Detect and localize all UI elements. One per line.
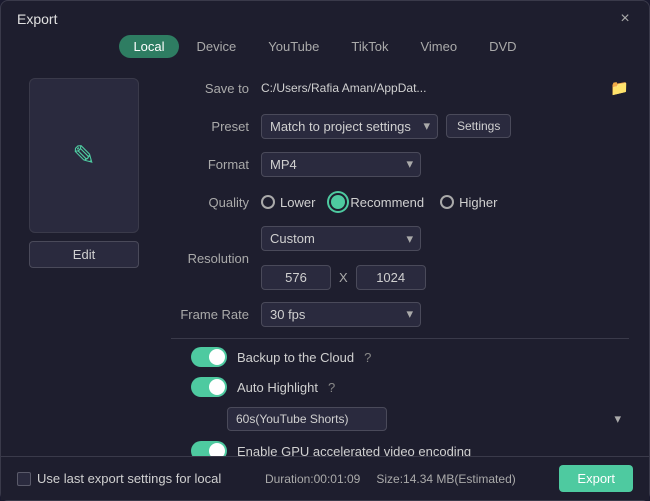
use-last-label: Use last export settings for local	[37, 471, 221, 486]
preset-select[interactable]: Match to project settings	[261, 114, 438, 139]
quality-lower[interactable]: Lower	[261, 195, 315, 210]
settings-panel: Save to C:/Users/Rafia Aman/AppDat... 📁 …	[161, 68, 649, 456]
resolution-control: Custom X	[261, 226, 629, 290]
tab-bar: Local Device YouTube TikTok Vimeo DVD	[1, 35, 649, 68]
main-content: ✎ Edit Save to C:/Users/Rafia Aman/AppDa…	[1, 68, 649, 456]
preset-row: Preset Match to project settings Setting…	[171, 112, 629, 140]
frame-rate-row: Frame Rate 30 fps	[171, 300, 629, 328]
settings-button[interactable]: Settings	[446, 114, 511, 138]
quality-lower-radio	[261, 195, 275, 209]
save-to-control: C:/Users/Rafia Aman/AppDat... 📁	[261, 79, 629, 97]
auto-highlight-label: Auto Highlight	[237, 380, 318, 395]
preset-control: Match to project settings Settings	[261, 114, 629, 139]
quality-recommend-radio	[331, 195, 345, 209]
export-button[interactable]: Export	[559, 465, 633, 492]
preset-label: Preset	[171, 119, 261, 134]
title-bar: Export ×	[1, 1, 649, 35]
bottom-bar: Use last export settings for local Durat…	[1, 456, 649, 500]
resolution-inputs: X	[261, 265, 426, 290]
quality-label: Quality	[171, 195, 261, 210]
format-control: MP4	[261, 152, 629, 177]
quality-lower-label: Lower	[280, 195, 315, 210]
quality-control: Lower Recommend Higher	[261, 195, 629, 210]
gpu-label: Enable GPU accelerated video encoding	[237, 444, 471, 457]
shorts-select-wrapper: 60s(YouTube Shorts)	[227, 407, 629, 431]
resolution-x-label: X	[339, 270, 348, 285]
frame-rate-label: Frame Rate	[171, 307, 261, 322]
frame-rate-select-wrapper: 30 fps	[261, 302, 421, 327]
export-window: Export × Local Device YouTube TikTok Vim…	[0, 0, 650, 501]
bottom-info: Duration:00:01:09 Size:14.34 MB(Estimate…	[265, 472, 516, 486]
preview-panel: ✎ Edit	[1, 68, 161, 456]
auto-highlight-help-icon[interactable]: ?	[328, 380, 335, 395]
preview-thumbnail: ✎	[29, 78, 139, 233]
use-last-checkbox[interactable]	[17, 472, 31, 486]
format-select-wrapper: MP4	[261, 152, 421, 177]
backup-toggle-row: Backup to the Cloud ?	[171, 347, 629, 367]
auto-highlight-toggle-row: Auto Highlight ?	[171, 377, 629, 397]
divider	[171, 338, 629, 339]
quality-recommend-label: Recommend	[350, 195, 424, 210]
shorts-select[interactable]: 60s(YouTube Shorts)	[227, 407, 387, 431]
tab-dvd[interactable]: DVD	[475, 35, 530, 58]
size-text: Size:14.34 MB(Estimated)	[376, 472, 515, 486]
backup-help-icon[interactable]: ?	[364, 350, 371, 365]
edit-icon: ✎	[72, 139, 95, 172]
tab-tiktok[interactable]: TikTok	[337, 35, 402, 58]
bottom-left: Use last export settings for local	[17, 471, 221, 486]
auto-highlight-toggle[interactable]	[191, 377, 227, 397]
quality-row: Quality Lower Recommend High	[171, 188, 629, 216]
quality-higher-radio	[440, 195, 454, 209]
gpu-toggle[interactable]	[191, 441, 227, 456]
quality-recommend[interactable]: Recommend	[331, 195, 424, 210]
resolution-label: Resolution	[171, 251, 261, 266]
window-title: Export	[17, 11, 57, 27]
backup-toggle[interactable]	[191, 347, 227, 367]
save-path-text: C:/Users/Rafia Aman/AppDat...	[261, 81, 602, 95]
preset-select-wrapper: Match to project settings	[261, 114, 438, 139]
frame-rate-select[interactable]: 30 fps	[261, 302, 421, 327]
tab-device[interactable]: Device	[183, 35, 251, 58]
resolution-select[interactable]: Custom	[261, 226, 421, 251]
save-to-row: Save to C:/Users/Rafia Aman/AppDat... 📁	[171, 74, 629, 102]
resolution-height-input[interactable]	[356, 265, 426, 290]
save-to-label: Save to	[171, 81, 261, 96]
duration-text: Duration:00:01:09	[265, 472, 360, 486]
close-button[interactable]: ×	[617, 11, 633, 27]
quality-higher[interactable]: Higher	[440, 195, 497, 210]
gpu-toggle-row: Enable GPU accelerated video encoding	[171, 441, 629, 456]
tab-local[interactable]: Local	[119, 35, 178, 58]
quality-higher-label: Higher	[459, 195, 497, 210]
frame-rate-control: 30 fps	[261, 302, 629, 327]
resolution-row: Resolution Custom X	[171, 226, 629, 290]
format-row: Format MP4	[171, 150, 629, 178]
tab-vimeo[interactable]: Vimeo	[406, 35, 471, 58]
tab-youtube[interactable]: YouTube	[254, 35, 333, 58]
quality-options: Lower Recommend Higher	[261, 195, 497, 210]
format-select[interactable]: MP4	[261, 152, 421, 177]
edit-button[interactable]: Edit	[29, 241, 139, 268]
folder-icon[interactable]: 📁	[610, 79, 629, 97]
backup-label: Backup to the Cloud	[237, 350, 354, 365]
resolution-select-wrapper: Custom	[261, 226, 421, 251]
format-label: Format	[171, 157, 261, 172]
resolution-width-input[interactable]	[261, 265, 331, 290]
